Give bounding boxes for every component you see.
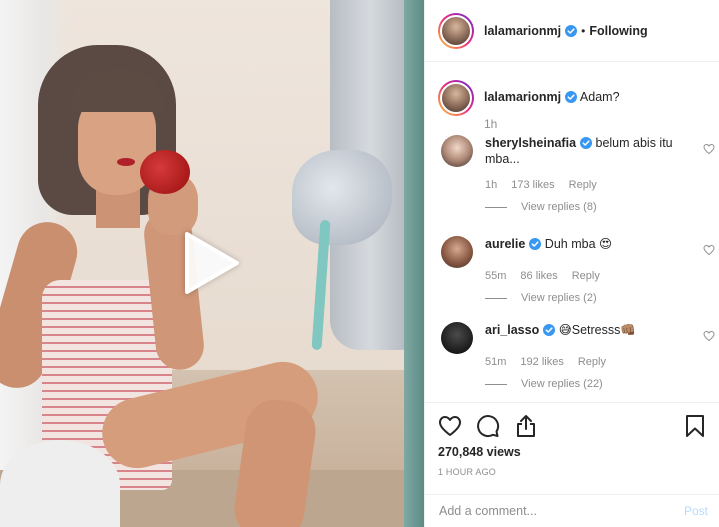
view-count[interactable]: 270,848 views [438, 445, 707, 459]
comment-item: sherylsheinafia belum abis itu mba... 1h… [441, 135, 715, 213]
background-towel [292, 150, 392, 245]
replies-divider [485, 297, 507, 299]
view-replies-button[interactable]: View replies (2) [485, 292, 675, 304]
add-comment-bar: Post [425, 494, 719, 527]
comment-time[interactable]: 55m [485, 270, 506, 282]
separator-dot: • [581, 23, 586, 38]
post-header: lalamarionmj • Following [425, 0, 719, 62]
verified-badge-icon [580, 137, 593, 149]
commenter-avatar[interactable] [441, 236, 473, 268]
replies-divider [485, 383, 507, 385]
replies-divider [485, 206, 507, 208]
view-replies-label: View replies (8) [521, 201, 597, 213]
post-caption: lalamarionmj Adam? 1h [438, 80, 620, 131]
bookmark-icon[interactable] [683, 414, 707, 438]
post-timestamp[interactable]: 1 HOUR AGO [438, 467, 707, 477]
comment-heart-icon[interactable] [703, 244, 715, 256]
comment-item: ari_lasso 😅Setresss👊🏽 51m 192 likes Repl… [441, 322, 715, 390]
view-replies-label: View replies (22) [521, 378, 603, 390]
comment-item: aurelie Duh mba 😍 55m 86 likes Reply Vie… [441, 236, 715, 304]
reply-button[interactable]: Reply [578, 356, 606, 368]
comment-text: belum abis itu [595, 136, 673, 150]
figure-lips [117, 158, 135, 166]
add-comment-input[interactable] [439, 504, 684, 518]
comment-heart-icon[interactable] [703, 143, 715, 155]
author-avatar[interactable] [438, 80, 474, 116]
comments-list[interactable]: lalamarionmj Adam? 1h sherylsheinafia be… [425, 63, 719, 403]
view-replies-label: View replies (2) [521, 292, 597, 304]
play-icon [185, 232, 239, 294]
comment-text: 😅Setresss👊🏽 [558, 323, 636, 337]
verified-badge-icon [543, 324, 556, 336]
comment-icon[interactable] [476, 414, 500, 438]
comment-username[interactable]: ari_lasso [485, 323, 539, 337]
comment-likes[interactable]: 192 likes [520, 356, 563, 368]
background-doorframe [404, 0, 424, 527]
comment-text: Duh mba 😍 [544, 237, 613, 251]
action-bar [438, 413, 707, 439]
reply-button[interactable]: Reply [572, 270, 600, 282]
post-sidebar: lalamarionmj • Following lalamarionmj Ad… [424, 0, 719, 527]
post-actions: 270,848 views 1 HOUR AGO [425, 402, 719, 494]
comment-time[interactable]: 1h [485, 179, 497, 191]
background-cloth [0, 440, 120, 527]
comment-likes[interactable]: 86 likes [520, 270, 557, 282]
comment-username[interactable]: sherylsheinafia [485, 136, 576, 150]
commenter-avatar[interactable] [441, 322, 473, 354]
caption-time[interactable]: 1h [484, 117, 620, 131]
comment-text: mba... [485, 152, 520, 166]
play-button[interactable] [183, 232, 239, 294]
view-replies-button[interactable]: View replies (22) [485, 378, 675, 390]
caption-username[interactable]: lalamarionmj [484, 90, 561, 104]
heart-icon[interactable] [438, 414, 462, 438]
post-video[interactable] [0, 0, 424, 527]
view-replies-button[interactable]: View replies (8) [485, 201, 675, 213]
caption-text: Adam? [579, 90, 620, 104]
figure-fringe [72, 70, 164, 112]
author-username[interactable]: lalamarionmj [484, 24, 561, 38]
author-avatar[interactable] [438, 12, 474, 49]
comment-heart-icon[interactable] [703, 330, 715, 342]
verified-badge-icon [565, 91, 578, 103]
verified-badge-icon [529, 238, 542, 250]
comment-username[interactable]: aurelie [485, 237, 525, 251]
commenter-avatar[interactable] [441, 135, 473, 167]
post-comment-button[interactable]: Post [684, 504, 708, 518]
share-icon[interactable] [514, 414, 538, 438]
following-button[interactable]: Following [589, 24, 647, 38]
reply-button[interactable]: Reply [569, 179, 597, 191]
comment-time[interactable]: 51m [485, 356, 506, 368]
verified-badge-icon [565, 24, 578, 37]
comment-likes[interactable]: 173 likes [511, 179, 554, 191]
figure-apple [140, 150, 190, 194]
